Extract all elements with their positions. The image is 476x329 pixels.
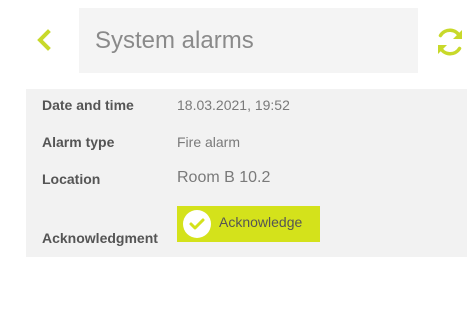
alarm-details-panel: Date and time 18.03.2021, 19:52 Alarm ty… (26, 89, 467, 257)
date-time-label: Date and time (42, 97, 134, 113)
location-value: Room B 10.2 (177, 169, 271, 186)
system-alarms-screen: System alarms Date and time 18.03.2021, … (0, 0, 476, 329)
header: System alarms (0, 0, 476, 73)
alarm-type-label: Alarm type (42, 134, 115, 150)
acknowledge-button[interactable]: Acknowledge (177, 206, 320, 242)
location-label: Location (42, 171, 101, 187)
chevron-left-icon (37, 29, 51, 51)
acknowledgment-label: Acknowledgment (42, 230, 158, 246)
acknowledge-label: Acknowledge (219, 214, 303, 230)
check-circle-icon (183, 210, 211, 238)
back-button[interactable] (22, 20, 66, 60)
title-bar: System alarms (79, 8, 418, 73)
refresh-icon (438, 28, 462, 56)
page-title: System alarms (95, 27, 254, 54)
date-time-value: 18.03.2021, 19:52 (177, 97, 290, 113)
alarm-type-value: Fire alarm (177, 134, 241, 150)
refresh-button[interactable] (428, 20, 472, 64)
